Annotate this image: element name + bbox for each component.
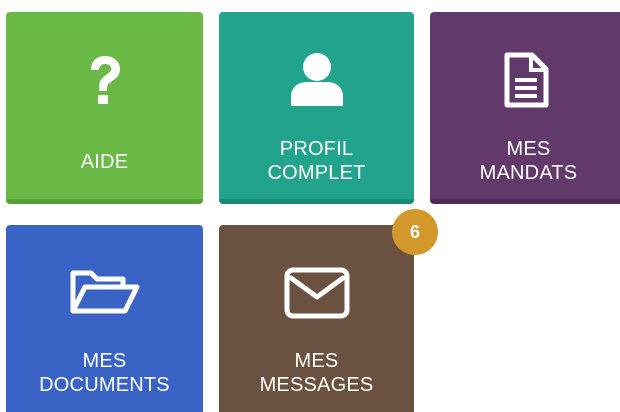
help-tile[interactable]: AIDE bbox=[6, 12, 203, 204]
folder-open-icon bbox=[6, 267, 203, 315]
profile-tile[interactable]: PROFIL COMPLET bbox=[219, 12, 414, 204]
documents-tile[interactable]: MES DOCUMENTS bbox=[6, 225, 203, 412]
tile-label: MES DOCUMENTS bbox=[39, 350, 170, 396]
messages-tile[interactable]: MES MESSAGES bbox=[219, 225, 414, 412]
mandates-tile[interactable]: MES MANDATS bbox=[430, 12, 620, 204]
question-icon bbox=[6, 54, 203, 104]
envelope-icon bbox=[219, 267, 414, 319]
tile-label: AIDE bbox=[80, 151, 129, 173]
document-icon bbox=[502, 52, 550, 108]
user-icon bbox=[219, 52, 414, 106]
unread-count-badge: 6 bbox=[392, 209, 438, 255]
tile-label: PROFIL COMPLET bbox=[267, 138, 366, 184]
dashboard-tile-grid: AIDE PROFIL COMPLET MES MANDATS MES DOCU… bbox=[0, 0, 620, 412]
tile-label: MES MANDATS bbox=[479, 138, 578, 184]
tile-label: MES MESSAGES bbox=[259, 350, 374, 396]
